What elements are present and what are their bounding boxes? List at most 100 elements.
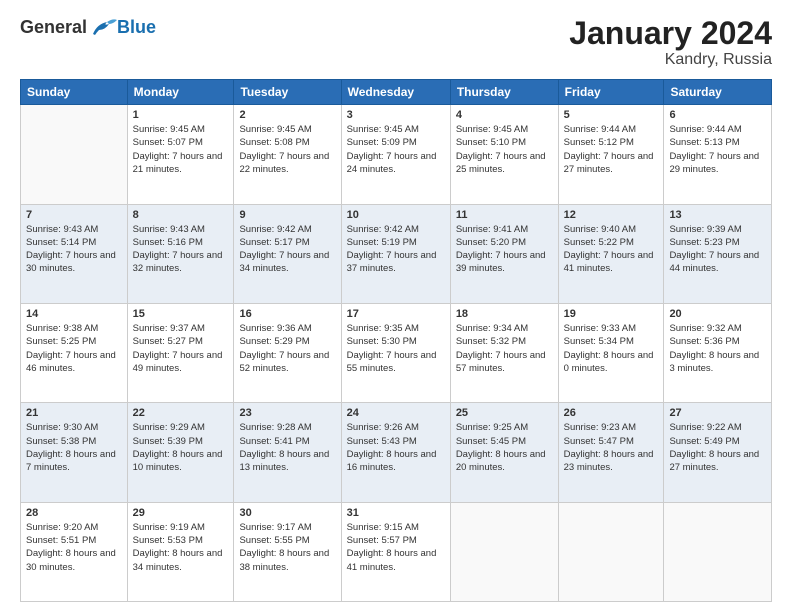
table-row: 13 Sunrise: 9:39 AM Sunset: 5:23 PM Dayl… (664, 204, 772, 303)
day-number: 4 (456, 109, 553, 121)
location-subtitle: Kandry, Russia (569, 51, 772, 69)
day-number: 29 (133, 507, 229, 519)
daylight-text: Daylight: 8 hours and 3 minutes. (669, 350, 759, 374)
sunrise-text: Sunrise: 9:39 AM (669, 224, 741, 235)
daylight-text: Daylight: 7 hours and 46 minutes. (26, 350, 116, 374)
page: General Blue January 2024 Kandry, Russia… (0, 0, 792, 612)
sunrise-text: Sunrise: 9:44 AM (669, 124, 741, 135)
daylight-text: Daylight: 8 hours and 30 minutes. (26, 548, 116, 572)
daylight-text: Daylight: 7 hours and 21 minutes. (133, 151, 223, 175)
calendar-week-row: 1 Sunrise: 9:45 AM Sunset: 5:07 PM Dayli… (21, 105, 772, 204)
sunset-text: Sunset: 5:14 PM (26, 237, 96, 248)
sunrise-text: Sunrise: 9:38 AM (26, 323, 98, 334)
sunset-text: Sunset: 5:16 PM (133, 237, 203, 248)
table-row: 8 Sunrise: 9:43 AM Sunset: 5:16 PM Dayli… (127, 204, 234, 303)
table-row: 27 Sunrise: 9:22 AM Sunset: 5:49 PM Dayl… (664, 403, 772, 502)
day-info: Sunrise: 9:41 AM Sunset: 5:20 PM Dayligh… (456, 223, 553, 276)
table-row: 3 Sunrise: 9:45 AM Sunset: 5:09 PM Dayli… (341, 105, 450, 204)
sunrise-text: Sunrise: 9:28 AM (239, 422, 311, 433)
table-row: 29 Sunrise: 9:19 AM Sunset: 5:53 PM Dayl… (127, 502, 234, 601)
sunset-text: Sunset: 5:47 PM (564, 436, 634, 447)
daylight-text: Daylight: 8 hours and 34 minutes. (133, 548, 223, 572)
table-row: 2 Sunrise: 9:45 AM Sunset: 5:08 PM Dayli… (234, 105, 341, 204)
col-sunday: Sunday (21, 80, 128, 105)
day-info: Sunrise: 9:23 AM Sunset: 5:47 PM Dayligh… (564, 421, 659, 474)
day-info: Sunrise: 9:30 AM Sunset: 5:38 PM Dayligh… (26, 421, 122, 474)
day-info: Sunrise: 9:35 AM Sunset: 5:30 PM Dayligh… (347, 322, 445, 375)
table-row: 1 Sunrise: 9:45 AM Sunset: 5:07 PM Dayli… (127, 105, 234, 204)
calendar-table: Sunday Monday Tuesday Wednesday Thursday… (20, 79, 772, 602)
sunset-text: Sunset: 5:32 PM (456, 336, 526, 347)
day-info: Sunrise: 9:20 AM Sunset: 5:51 PM Dayligh… (26, 521, 122, 574)
sunrise-text: Sunrise: 9:33 AM (564, 323, 636, 334)
daylight-text: Daylight: 7 hours and 34 minutes. (239, 250, 329, 274)
table-row (21, 105, 128, 204)
day-number: 3 (347, 109, 445, 121)
table-row: 16 Sunrise: 9:36 AM Sunset: 5:29 PM Dayl… (234, 303, 341, 402)
sunset-text: Sunset: 5:12 PM (564, 137, 634, 148)
title-block: January 2024 Kandry, Russia (569, 16, 772, 69)
table-row: 11 Sunrise: 9:41 AM Sunset: 5:20 PM Dayl… (450, 204, 558, 303)
daylight-text: Daylight: 8 hours and 20 minutes. (456, 449, 546, 473)
sunset-text: Sunset: 5:41 PM (239, 436, 309, 447)
sunset-text: Sunset: 5:39 PM (133, 436, 203, 447)
table-row: 7 Sunrise: 9:43 AM Sunset: 5:14 PM Dayli… (21, 204, 128, 303)
daylight-text: Daylight: 8 hours and 41 minutes. (347, 548, 437, 572)
day-number: 22 (133, 407, 229, 419)
daylight-text: Daylight: 7 hours and 25 minutes. (456, 151, 546, 175)
day-info: Sunrise: 9:37 AM Sunset: 5:27 PM Dayligh… (133, 322, 229, 375)
daylight-text: Daylight: 7 hours and 49 minutes. (133, 350, 223, 374)
day-info: Sunrise: 9:22 AM Sunset: 5:49 PM Dayligh… (669, 421, 766, 474)
sunrise-text: Sunrise: 9:45 AM (133, 124, 205, 135)
daylight-text: Daylight: 8 hours and 16 minutes. (347, 449, 437, 473)
day-info: Sunrise: 9:17 AM Sunset: 5:55 PM Dayligh… (239, 521, 335, 574)
calendar-week-row: 7 Sunrise: 9:43 AM Sunset: 5:14 PM Dayli… (21, 204, 772, 303)
sunrise-text: Sunrise: 9:40 AM (564, 224, 636, 235)
day-number: 9 (239, 209, 335, 221)
table-row: 26 Sunrise: 9:23 AM Sunset: 5:47 PM Dayl… (558, 403, 664, 502)
sunrise-text: Sunrise: 9:29 AM (133, 422, 205, 433)
col-saturday: Saturday (664, 80, 772, 105)
sunrise-text: Sunrise: 9:36 AM (239, 323, 311, 334)
table-row: 19 Sunrise: 9:33 AM Sunset: 5:34 PM Dayl… (558, 303, 664, 402)
daylight-text: Daylight: 8 hours and 13 minutes. (239, 449, 329, 473)
day-info: Sunrise: 9:42 AM Sunset: 5:19 PM Dayligh… (347, 223, 445, 276)
sunrise-text: Sunrise: 9:32 AM (669, 323, 741, 334)
day-info: Sunrise: 9:45 AM Sunset: 5:08 PM Dayligh… (239, 123, 335, 176)
daylight-text: Daylight: 8 hours and 7 minutes. (26, 449, 116, 473)
table-row: 6 Sunrise: 9:44 AM Sunset: 5:13 PM Dayli… (664, 105, 772, 204)
day-number: 21 (26, 407, 122, 419)
daylight-text: Daylight: 7 hours and 52 minutes. (239, 350, 329, 374)
sunset-text: Sunset: 5:13 PM (669, 137, 739, 148)
table-row: 18 Sunrise: 9:34 AM Sunset: 5:32 PM Dayl… (450, 303, 558, 402)
table-row: 17 Sunrise: 9:35 AM Sunset: 5:30 PM Dayl… (341, 303, 450, 402)
table-row: 25 Sunrise: 9:25 AM Sunset: 5:45 PM Dayl… (450, 403, 558, 502)
table-row: 28 Sunrise: 9:20 AM Sunset: 5:51 PM Dayl… (21, 502, 128, 601)
sunset-text: Sunset: 5:17 PM (239, 237, 309, 248)
daylight-text: Daylight: 8 hours and 23 minutes. (564, 449, 654, 473)
col-wednesday: Wednesday (341, 80, 450, 105)
month-year-title: January 2024 (569, 16, 772, 51)
sunrise-text: Sunrise: 9:34 AM (456, 323, 528, 334)
day-info: Sunrise: 9:32 AM Sunset: 5:36 PM Dayligh… (669, 322, 766, 375)
daylight-text: Daylight: 8 hours and 10 minutes. (133, 449, 223, 473)
day-number: 10 (347, 209, 445, 221)
day-info: Sunrise: 9:25 AM Sunset: 5:45 PM Dayligh… (456, 421, 553, 474)
day-number: 18 (456, 308, 553, 320)
day-info: Sunrise: 9:45 AM Sunset: 5:09 PM Dayligh… (347, 123, 445, 176)
sunset-text: Sunset: 5:49 PM (669, 436, 739, 447)
sunset-text: Sunset: 5:23 PM (669, 237, 739, 248)
day-number: 25 (456, 407, 553, 419)
sunrise-text: Sunrise: 9:45 AM (239, 124, 311, 135)
daylight-text: Daylight: 7 hours and 41 minutes. (564, 250, 654, 274)
col-thursday: Thursday (450, 80, 558, 105)
day-number: 12 (564, 209, 659, 221)
table-row: 4 Sunrise: 9:45 AM Sunset: 5:10 PM Dayli… (450, 105, 558, 204)
calendar-header-row: Sunday Monday Tuesday Wednesday Thursday… (21, 80, 772, 105)
sunset-text: Sunset: 5:38 PM (26, 436, 96, 447)
daylight-text: Daylight: 8 hours and 0 minutes. (564, 350, 654, 374)
day-number: 16 (239, 308, 335, 320)
sunrise-text: Sunrise: 9:19 AM (133, 522, 205, 533)
sunset-text: Sunset: 5:19 PM (347, 237, 417, 248)
table-row: 5 Sunrise: 9:44 AM Sunset: 5:12 PM Dayli… (558, 105, 664, 204)
